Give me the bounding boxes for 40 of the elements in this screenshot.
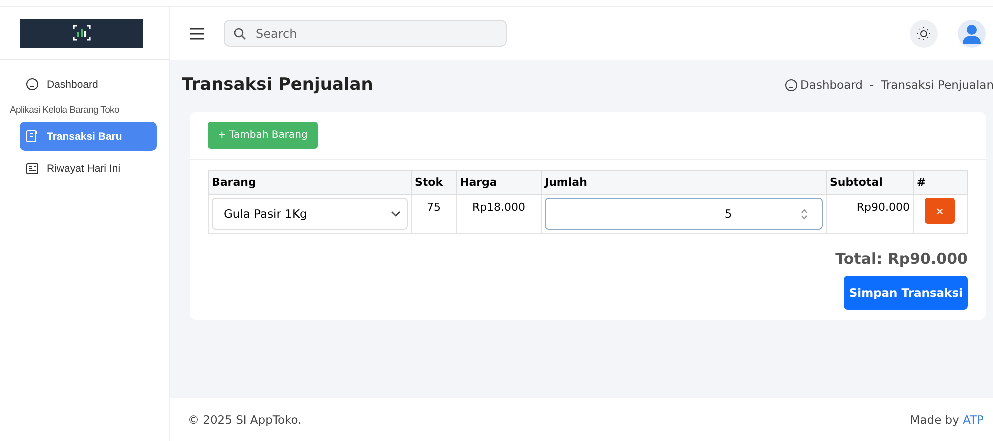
breadcrumb-separator: - xyxy=(870,78,874,92)
sidebar-heading: Aplikasi Kelola Barang Toko xyxy=(10,104,120,118)
table-cell: Rp90.000 xyxy=(826,194,914,234)
menu-button[interactable] xyxy=(188,26,206,42)
save-button[interactable]: Simpan Transaksi xyxy=(844,276,968,310)
quantity-field[interactable]: 5 xyxy=(545,198,823,230)
logo-icon xyxy=(72,24,90,42)
delete-button[interactable]: × xyxy=(925,198,955,224)
credit-text: Made by xyxy=(910,412,960,426)
user-icon xyxy=(961,22,983,44)
search-field[interactable]: Search xyxy=(224,20,507,47)
sun-icon xyxy=(917,26,931,40)
breadcrumb-link[interactable]: Dashboard xyxy=(784,78,863,92)
user-avatar[interactable] xyxy=(958,20,986,48)
column-header: Stok xyxy=(412,170,456,194)
theme-toggle-button[interactable] xyxy=(910,20,938,48)
sidebar-item[interactable]: Dashboard xyxy=(20,70,157,99)
sidebar-item[interactable]: Riwayat Hari Ini xyxy=(20,155,157,183)
column-header: Jumlah xyxy=(542,170,826,194)
copyright-text: © 2025 SI AppToko. xyxy=(188,412,302,426)
home-icon xyxy=(784,78,798,92)
table-cell: 75 xyxy=(412,194,456,234)
page-title: Transaksi Penjualan xyxy=(182,75,374,95)
receipt-icon xyxy=(26,130,39,143)
author-link[interactable]: ATP xyxy=(963,412,984,426)
sidebar-item[interactable]: Transaksi Baru xyxy=(20,122,157,151)
table-cell: Rp18.000 xyxy=(456,194,542,234)
chevron-down-icon xyxy=(391,211,401,217)
menu-icon xyxy=(190,28,204,40)
app-logo[interactable] xyxy=(20,18,143,48)
breadcrumb-current: Transaksi Penjualan xyxy=(881,78,993,92)
spinner-icon xyxy=(801,208,808,220)
column-header: Subtotal xyxy=(826,170,914,194)
card-icon xyxy=(26,163,39,175)
total-amount: Total: Rp90.000 xyxy=(836,250,968,268)
column-header: Harga xyxy=(456,170,542,194)
column-header: # xyxy=(914,170,968,194)
home-icon xyxy=(26,78,39,91)
column-header: Barang xyxy=(208,170,412,194)
item-select[interactable]: Gula Pasir 1Kg xyxy=(212,198,408,230)
